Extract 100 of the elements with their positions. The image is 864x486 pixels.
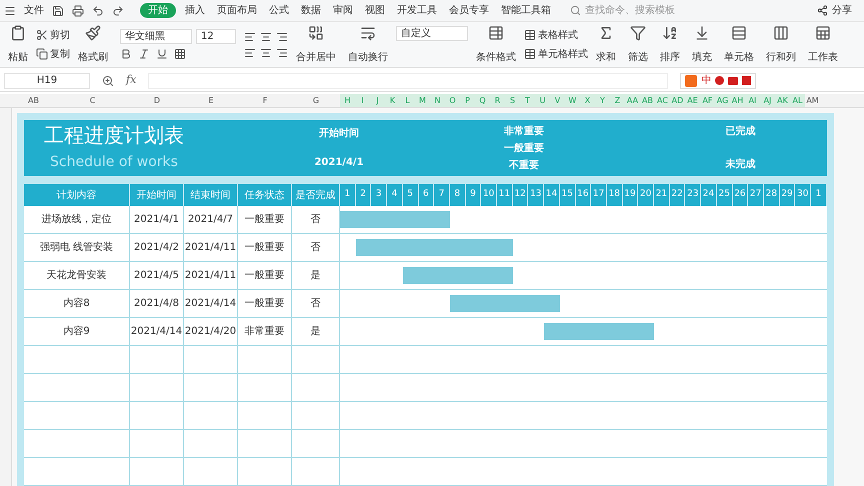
search-icon <box>570 5 581 16</box>
ribbon-tab[interactable]: 视图 <box>362 3 388 18</box>
table-cell: 是 <box>292 262 340 289</box>
table-cell: 2021/4/1 <box>130 206 184 233</box>
day-heading: 11 <box>497 184 513 206</box>
day-heading: 9 <box>466 184 482 206</box>
clipboard-icon <box>10 24 26 40</box>
align-left-icon[interactable] <box>244 30 256 42</box>
border-icon[interactable] <box>174 48 186 60</box>
paintbrush-icon <box>85 24 101 40</box>
table-cell: 2021/4/11 <box>184 262 238 289</box>
worksheet-button[interactable]: 工作表 <box>804 24 842 64</box>
rows-icon <box>731 24 747 40</box>
copy-button[interactable]: 复制 <box>36 46 70 62</box>
menu-icon[interactable] <box>4 4 16 16</box>
table-cell: 内容9 <box>24 318 130 345</box>
column-header[interactable]: F <box>238 94 292 107</box>
merge-cells-icon <box>308 24 324 40</box>
sum-button[interactable]: 求和 <box>592 24 620 64</box>
ribbon-tab[interactable]: 审阅 <box>330 3 356 18</box>
share-button[interactable]: 分享 <box>817 3 852 18</box>
day-heading: 4 <box>387 184 403 206</box>
align-right-icon[interactable] <box>276 30 288 42</box>
ribbon-tab[interactable]: 插入 <box>182 3 208 18</box>
redo-icon[interactable] <box>112 4 124 16</box>
paste-button[interactable]: 粘贴 <box>4 24 32 64</box>
function-label[interactable]: fx <box>126 72 136 89</box>
number-format-select[interactable]: 自定义 <box>396 26 468 41</box>
status-legend-label: 非常重要 <box>504 124 544 138</box>
undo-icon[interactable] <box>92 4 104 16</box>
cut-button[interactable]: 剪切 <box>36 28 70 42</box>
table-cell: 一般重要 <box>238 206 292 233</box>
ribbon-tab[interactable]: 公式 <box>266 3 292 18</box>
wrap-text-icon <box>360 24 376 40</box>
arrow-down-icon <box>694 24 710 40</box>
rows-columns-button[interactable]: 行和列 <box>762 24 800 64</box>
print-icon[interactable] <box>72 4 84 16</box>
filter-button[interactable]: 筛选 <box>624 24 652 64</box>
align-left-icon[interactable] <box>244 46 256 58</box>
font-size-select[interactable]: 12 <box>196 29 236 44</box>
ribbon-tab[interactable]: 数据 <box>298 3 324 18</box>
ribbon-tab[interactable]: 智能工具箱 <box>498 3 554 18</box>
zoom-icon[interactable] <box>102 74 114 86</box>
column-header[interactable]: D <box>130 94 184 107</box>
column-header[interactable]: AM <box>805 94 820 107</box>
day-heading: 26 <box>732 184 748 206</box>
name-box[interactable]: H19 <box>4 72 90 88</box>
day-heading: 20 <box>638 184 654 206</box>
align-center-icon[interactable] <box>260 30 272 42</box>
table-cell: 2021/4/8 <box>130 290 184 317</box>
bold-icon[interactable] <box>120 48 132 60</box>
table-cell: 2021/4/7 <box>184 206 238 233</box>
cell-style-button[interactable]: 单元格样式 <box>524 46 588 62</box>
table-cell: 强弱电 线管安装 <box>24 234 130 261</box>
column-header[interactable]: C <box>55 94 130 107</box>
day-heading: 15 <box>560 184 576 206</box>
ribbon-tab[interactable]: 开发工具 <box>394 3 440 18</box>
completion-legend-label: 已完成 <box>726 124 756 139</box>
fill-button[interactable]: 填充 <box>688 24 716 64</box>
day-heading: 8 <box>450 184 466 206</box>
ribbon-tab[interactable]: 页面布局 <box>214 3 260 18</box>
table-cell: 内容8 <box>24 290 130 317</box>
column-heading: 开始时间 <box>130 184 184 206</box>
column-header[interactable]: AB <box>12 94 55 107</box>
conditional-format-button[interactable]: 条件格式 <box>472 24 520 64</box>
day-heading: 2 <box>356 184 372 206</box>
column-header[interactable]: G <box>292 94 340 107</box>
table-cell: 是 <box>292 318 340 345</box>
underline-icon[interactable] <box>156 48 168 60</box>
save-icon[interactable] <box>52 4 64 16</box>
align-center-icon[interactable] <box>260 46 272 58</box>
table-cell: 否 <box>292 290 340 317</box>
share-icon <box>817 5 828 16</box>
column-header[interactable]: E <box>184 94 238 107</box>
align-right-icon[interactable] <box>276 46 288 58</box>
status-legend-label: 一般重要 <box>504 142 544 156</box>
day-heading: 24 <box>701 184 717 206</box>
sheet-title: 工程进度计划表 <box>44 124 184 146</box>
cells-button[interactable]: 单元格 <box>720 24 758 64</box>
day-heading: 10 <box>481 184 498 206</box>
wrap-text-button[interactable]: 自动换行 <box>344 24 392 64</box>
day-heading: 21 <box>654 184 670 206</box>
day-heading: 25 <box>716 184 733 206</box>
file-menu[interactable]: 文件 <box>24 3 44 18</box>
day-heading: 6 <box>418 184 434 206</box>
font-select[interactable]: 华文细黑 <box>120 29 192 44</box>
table-style-button[interactable]: 表格样式 <box>524 28 588 42</box>
start-label: 开始时间 <box>319 126 359 141</box>
day-heading: 27 <box>748 184 764 206</box>
sort-button[interactable]: 排序 <box>656 24 684 64</box>
search-field[interactable]: 查找命令、搜索模板 <box>570 3 695 18</box>
table-cell: 否 <box>292 234 340 261</box>
italic-icon[interactable] <box>138 48 150 60</box>
table-cell: 一般重要 <box>238 262 292 289</box>
ribbon-tab[interactable]: 会员专享 <box>446 3 492 18</box>
column-heading: 结束时间 <box>184 184 238 206</box>
status-legend-label: 不重要 <box>509 158 539 172</box>
merge-center-button[interactable]: 合并居中 <box>292 24 340 64</box>
input-mode-toggle[interactable]: 中 <box>701 74 712 86</box>
format-painter-button[interactable]: 格式刷 <box>74 24 112 64</box>
